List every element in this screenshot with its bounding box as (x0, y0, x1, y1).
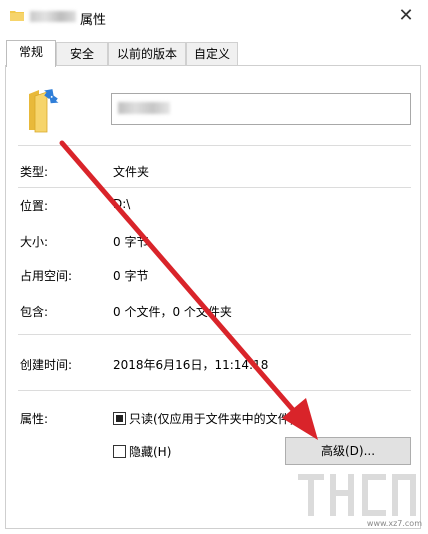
arrow-shaft (59, 140, 303, 421)
annotation-arrow (59, 140, 318, 440)
watermark-text: www.xz7.com (366, 519, 422, 528)
tab-general[interactable]: 常规 (6, 40, 56, 67)
